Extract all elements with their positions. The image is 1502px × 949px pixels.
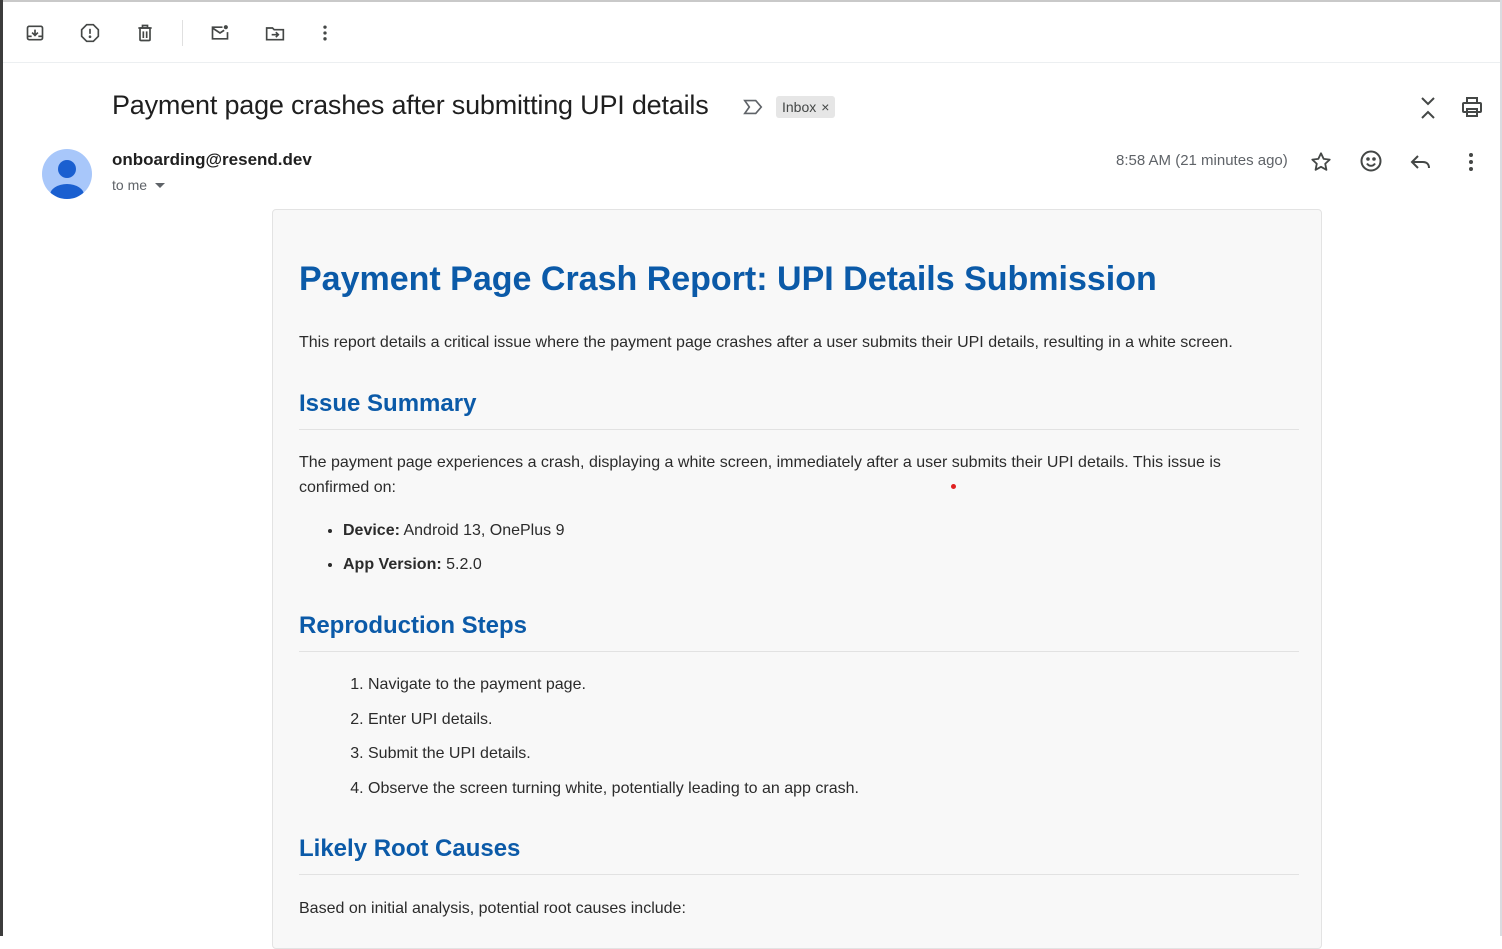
list-item: App Version: 5.2.0 bbox=[343, 552, 564, 586]
reply-icon bbox=[1410, 155, 1430, 169]
report-title: Payment Page Crash Report: UPI Details S… bbox=[299, 260, 1157, 298]
emoji-icon bbox=[1360, 150, 1382, 172]
add-reaction-button[interactable] bbox=[1359, 149, 1383, 173]
item-value: Android 13, OnePlus 9 bbox=[399, 522, 565, 539]
list-item: Submit the UPI details. bbox=[368, 741, 859, 776]
remove-label-button[interactable]: × bbox=[821, 99, 829, 115]
inbox-label-badge: Inbox × bbox=[776, 96, 836, 118]
sender-email[interactable]: onboarding@resend.dev bbox=[112, 150, 312, 170]
reproduction-steps-list: Navigate to the payment page. Enter UPI … bbox=[299, 672, 859, 810]
message-more-button[interactable] bbox=[1459, 150, 1483, 174]
more-vert-icon bbox=[1469, 153, 1473, 171]
mark-unread-button[interactable] bbox=[204, 17, 236, 49]
mark-unread-icon bbox=[211, 25, 229, 40]
message-timestamp: 8:58 AM (21 minutes ago) bbox=[1116, 152, 1288, 169]
section-divider bbox=[299, 429, 1299, 430]
recipient-label: to me bbox=[112, 177, 148, 193]
message-toolbar bbox=[3, 2, 1500, 63]
sender-avatar[interactable] bbox=[42, 149, 92, 199]
item-label: Device: bbox=[343, 522, 400, 539]
email-body-card: Payment Page Crash Report: UPI Details S… bbox=[272, 209, 1322, 949]
collapse-all-icon bbox=[1421, 97, 1435, 119]
item-label: App Version: bbox=[343, 556, 442, 573]
list-item: Enter UPI details. bbox=[368, 707, 859, 742]
print-button[interactable] bbox=[1460, 95, 1484, 119]
report-spam-button[interactable] bbox=[74, 17, 106, 49]
more-vert-icon bbox=[323, 25, 327, 41]
section-heading-reproduction-steps: Reproduction Steps bbox=[299, 612, 528, 639]
important-marker-icon[interactable] bbox=[742, 96, 764, 118]
collapse-all-button[interactable] bbox=[1416, 96, 1440, 120]
move-to-icon bbox=[265, 27, 285, 41]
toolbar-divider bbox=[182, 20, 183, 46]
item-value: 5.2.0 bbox=[441, 556, 482, 573]
inbox-label-text: Inbox bbox=[782, 99, 817, 115]
archive-button[interactable] bbox=[19, 17, 51, 49]
recipient-details-toggle[interactable]: to me bbox=[112, 177, 166, 193]
report-spam-icon bbox=[80, 23, 100, 43]
print-icon bbox=[1462, 97, 1482, 117]
cursor-dot bbox=[951, 484, 956, 489]
environment-list: Device: Android 13, OnePlus 9 App Versio… bbox=[299, 518, 564, 586]
chevron-down-icon bbox=[155, 182, 166, 188]
section-divider bbox=[299, 874, 1299, 875]
person-icon bbox=[50, 160, 84, 199]
more-options-button[interactable] bbox=[309, 17, 341, 49]
intro-paragraph: This report details a critical issue whe… bbox=[299, 334, 1233, 351]
delete-button[interactable] bbox=[129, 17, 161, 49]
root-causes-text: Based on initial analysis, potential roo… bbox=[299, 900, 686, 917]
window-left-edge bbox=[0, 0, 3, 936]
list-item: Observe the screen turning white, potent… bbox=[368, 776, 859, 811]
star-icon bbox=[1311, 152, 1331, 171]
archive-icon bbox=[26, 25, 44, 41]
section-divider bbox=[299, 651, 1299, 652]
delete-icon bbox=[138, 24, 152, 42]
move-to-button[interactable] bbox=[259, 17, 291, 49]
section-heading-issue-summary: Issue Summary bbox=[299, 390, 477, 417]
email-subject: Payment page crashes after submitting UP… bbox=[112, 90, 709, 120]
list-item: Device: Android 13, OnePlus 9 bbox=[343, 518, 564, 552]
star-button[interactable] bbox=[1309, 150, 1333, 174]
list-item: Navigate to the payment page. bbox=[368, 672, 859, 707]
issue-summary-text: The payment page experiences a crash, di… bbox=[299, 454, 1221, 496]
section-heading-root-causes: Likely Root Causes bbox=[299, 835, 521, 862]
reply-button[interactable] bbox=[1409, 150, 1433, 174]
